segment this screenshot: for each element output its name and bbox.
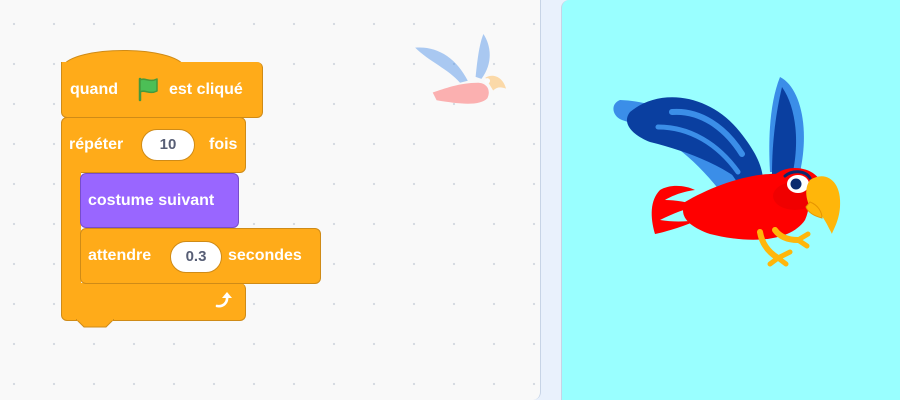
repeat-bottom-notch [76,319,114,328]
parrot-sprite[interactable] [610,72,845,268]
repeat-label-times: fois [209,136,238,153]
next-costume-block[interactable]: costume suivant [80,173,239,228]
repeat-block[interactable]: répéter 10 fois [61,117,246,173]
hat-label-clicked: est cliqué [169,81,243,98]
sprite-thumbnail-icon[interactable] [412,34,508,112]
hat-label-when: quand [70,81,118,98]
repeat-block-wall [61,171,81,285]
repeat-count-input[interactable]: 10 [141,129,195,161]
wait-label: attendre [88,247,152,264]
repeat-block-bottom[interactable] [61,283,246,321]
wait-block[interactable]: attendre 0.3 secondes [80,228,321,284]
loop-arrow-icon [215,292,232,308]
code-area[interactable]: quand est cliqué répéter 10 fois costume… [0,0,541,400]
repeat-label: répéter [69,136,124,153]
green-flag-icon [138,77,158,102]
next-costume-label: costume suivant [88,192,215,209]
wait-seconds-input[interactable]: 0.3 [170,241,222,273]
when-flag-clicked-block[interactable]: quand est cliqué [61,62,263,118]
stage[interactable] [561,0,900,400]
wait-label-seconds: secondes [228,247,302,264]
